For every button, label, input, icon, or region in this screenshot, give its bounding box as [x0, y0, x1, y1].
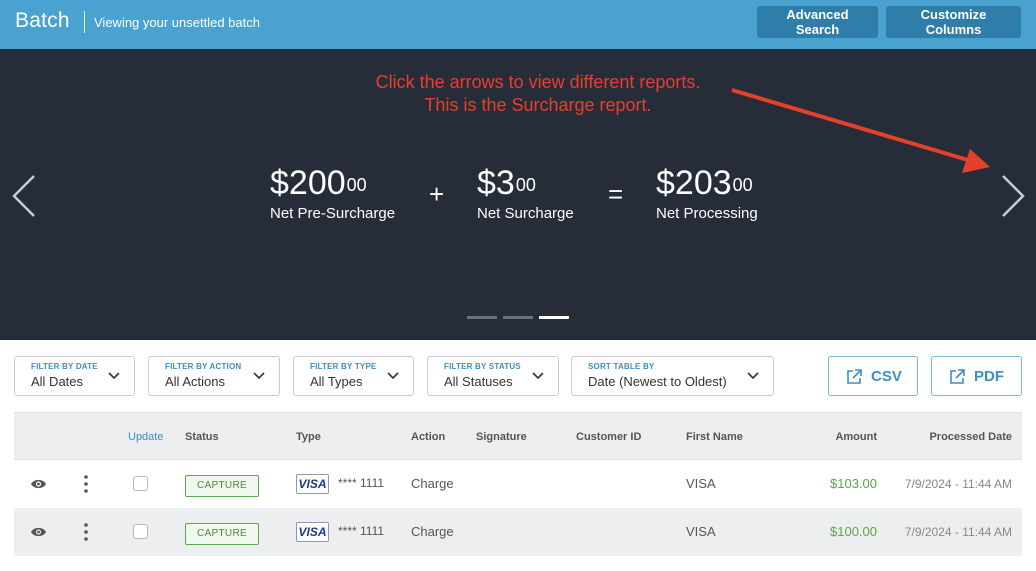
export-csv-label: CSV: [871, 368, 902, 385]
chevron-down-icon: [747, 372, 759, 380]
export-pdf-label: PDF: [974, 368, 1004, 385]
row-checkbox[interactable]: [133, 476, 148, 491]
page-subtitle: Viewing your unsettled batch: [94, 15, 260, 30]
external-link-icon: [847, 369, 862, 384]
plus-sign: +: [429, 179, 445, 209]
metric-value: $203: [656, 164, 732, 202]
top-bar: Batch Viewing your unsettled batch Advan…: [0, 0, 1036, 49]
card-last4: **** 1111: [338, 524, 385, 538]
chevron-down-icon: [108, 372, 120, 380]
metric-value: $3: [477, 164, 515, 202]
export-pdf-button[interactable]: PDF: [931, 356, 1022, 396]
sort-table-select[interactable]: SORT TABLE BY Date (Newest to Oldest): [571, 356, 774, 396]
eye-icon[interactable]: [30, 525, 47, 539]
metric-net-pre-surcharge: $20000 Net Pre-Surcharge: [270, 164, 395, 222]
page-title: Batch: [15, 9, 70, 32]
carousel-dot-1[interactable]: [467, 316, 497, 319]
table-row: CAPTURE VISA **** 1111 Charge VISA $103.…: [14, 460, 1022, 508]
column-header-signature[interactable]: Signature: [476, 431, 527, 443]
filter-by-status-select[interactable]: FILTER BY STATUS All Statuses: [427, 356, 559, 396]
row-amount: $103.00: [830, 476, 877, 491]
row-processed-date: 7/9/2024 - 11:44 AM: [904, 477, 1012, 491]
card-last4: **** 1111: [338, 476, 385, 490]
metric-cents: 00: [732, 175, 753, 195]
metric-label: Net Pre-Surcharge: [270, 205, 396, 222]
filter-by-date-select[interactable]: FILTER BY DATE All Dates: [14, 356, 135, 396]
visa-card-icon: VISA: [296, 522, 329, 542]
row-amount: $100.00: [830, 524, 877, 539]
column-header-update[interactable]: Update: [128, 431, 163, 443]
filter-value: All Actions: [165, 374, 225, 389]
filter-label: FILTER BY ACTION: [165, 362, 242, 371]
chevron-down-icon: [253, 372, 265, 380]
metric-net-processing: $20300 Net Processing: [656, 164, 758, 222]
equals-sign: =: [608, 179, 624, 209]
next-report-arrow-icon[interactable]: [997, 172, 1027, 220]
metric-cents: 00: [346, 175, 367, 195]
column-header-processed-date[interactable]: Processed Date: [929, 431, 1012, 443]
metric-value: $200: [270, 164, 346, 202]
column-header-customer-id[interactable]: Customer ID: [576, 431, 641, 443]
row-action: Charge: [411, 476, 454, 491]
metric-label: Net Surcharge: [477, 205, 574, 222]
filter-by-action-select[interactable]: FILTER BY ACTION All Actions: [148, 356, 280, 396]
row-first-name: VISA: [686, 524, 716, 539]
advanced-search-button[interactable]: Advanced Search: [757, 6, 878, 38]
chevron-down-icon: [387, 372, 399, 380]
row-processed-date: 7/9/2024 - 11:44 AM: [904, 525, 1012, 539]
row-action: Charge: [411, 524, 454, 539]
status-badge: CAPTURE: [185, 475, 259, 497]
more-options-icon[interactable]: [80, 474, 92, 494]
metric-label: Net Processing: [656, 205, 758, 222]
metric-net-surcharge: $300 Net Surcharge: [477, 164, 574, 222]
filter-label: FILTER BY DATE: [31, 362, 98, 371]
row-first-name: VISA: [686, 476, 716, 491]
table-row: CAPTURE VISA **** 1111 Charge VISA $100.…: [14, 508, 1022, 556]
column-header-first-name[interactable]: First Name: [686, 431, 743, 443]
customize-columns-button[interactable]: Customize Columns: [886, 6, 1021, 38]
status-badge: CAPTURE: [185, 523, 259, 545]
table-header: Update Status Type Action Signature Cust…: [14, 412, 1022, 460]
row-checkbox[interactable]: [133, 524, 148, 539]
column-header-amount[interactable]: Amount: [835, 431, 877, 443]
previous-report-arrow-icon[interactable]: [10, 172, 40, 220]
filter-label: FILTER BY TYPE: [310, 362, 377, 371]
filter-value: All Statuses: [444, 374, 513, 389]
column-header-action[interactable]: Action: [411, 431, 445, 443]
filter-value: All Types: [310, 374, 363, 389]
filter-label: SORT TABLE BY: [588, 362, 655, 371]
filter-by-type-select[interactable]: FILTER BY TYPE All Types: [293, 356, 414, 396]
chevron-down-icon: [532, 372, 544, 380]
carousel-dot-3-active[interactable]: [539, 316, 569, 319]
more-options-icon[interactable]: [80, 522, 92, 542]
filter-value: All Dates: [31, 374, 84, 389]
column-header-type[interactable]: Type: [296, 431, 321, 443]
filter-value: Date (Newest to Oldest): [588, 374, 727, 389]
external-link-icon: [950, 369, 965, 384]
eye-icon[interactable]: [30, 477, 47, 491]
export-csv-button[interactable]: CSV: [828, 356, 918, 396]
column-header-status[interactable]: Status: [185, 431, 219, 443]
metric-cents: 00: [515, 175, 536, 195]
visa-card-icon: VISA: [296, 474, 329, 494]
carousel-dot-2[interactable]: [503, 316, 533, 319]
report-carousel: Click the arrows to view different repor…: [0, 49, 1036, 340]
title-divider: [84, 11, 85, 33]
filter-label: FILTER BY STATUS: [444, 362, 521, 371]
